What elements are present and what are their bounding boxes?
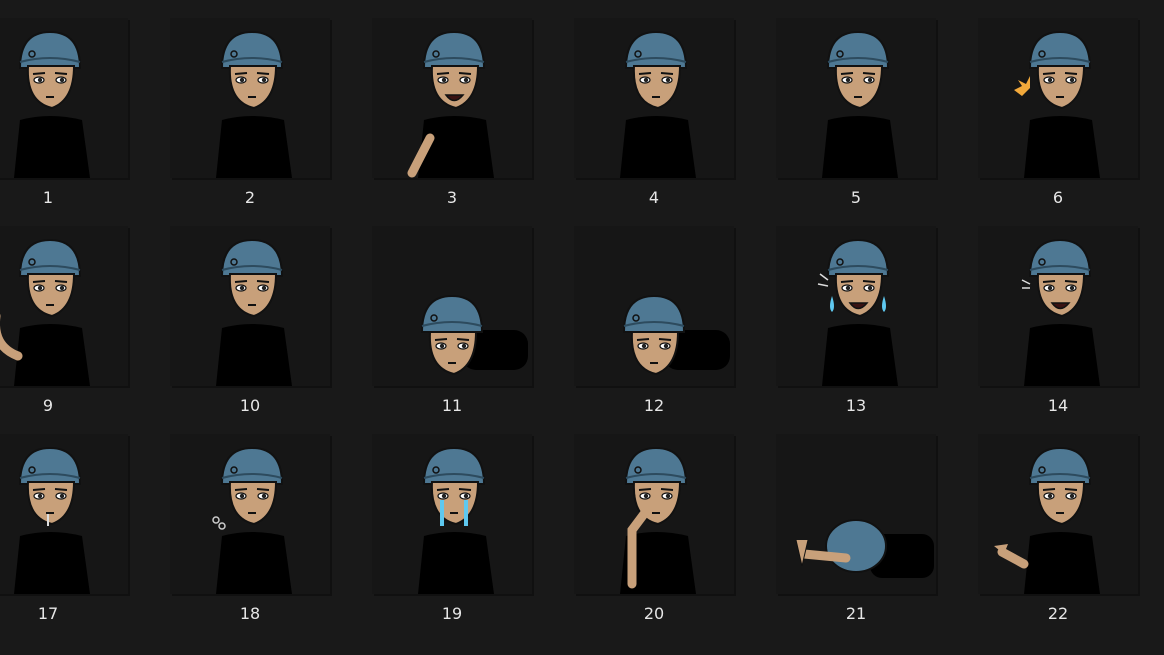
character-illustration bbox=[620, 446, 696, 594]
sticker-label: 9 bbox=[42, 396, 54, 415]
character-illustration bbox=[817, 238, 898, 386]
sticker-label: 5 bbox=[850, 188, 862, 207]
sticker-thumbnail[interactable] bbox=[776, 226, 936, 386]
sticker-tile[interactable]: 3 bbox=[372, 18, 532, 218]
sticker-tile[interactable]: 18 bbox=[170, 434, 330, 634]
sticker-thumbnail[interactable] bbox=[372, 226, 532, 386]
sticker-label: 3 bbox=[446, 188, 458, 207]
sticker-thumbnail[interactable] bbox=[372, 434, 532, 594]
sticker-label: 14 bbox=[1047, 396, 1069, 415]
sticker-thumbnail[interactable] bbox=[170, 226, 330, 386]
sticker-thumbnail[interactable] bbox=[978, 18, 1138, 178]
sticker-label: 19 bbox=[441, 604, 463, 623]
sticker-thumbnail[interactable] bbox=[0, 226, 128, 386]
sticker-label: 6 bbox=[1052, 188, 1064, 207]
sticker-tile[interactable]: 21 bbox=[776, 434, 936, 634]
sticker-label: 4 bbox=[648, 188, 660, 207]
sticker-tile[interactable]: 11 bbox=[372, 226, 532, 426]
sticker-tile[interactable]: 20 bbox=[574, 434, 734, 634]
sticker-tile[interactable]: 5 bbox=[776, 18, 936, 218]
sticker-gallery: 1 2 3 4 5 6 9 10 11 12 13 14 17 18 19 20… bbox=[0, 0, 1164, 655]
character-illustration bbox=[418, 446, 494, 594]
character-illustration bbox=[0, 238, 90, 386]
sticker-tile[interactable]: 6 bbox=[978, 18, 1138, 218]
character-illustration bbox=[216, 238, 292, 386]
sticker-thumbnail[interactable] bbox=[978, 434, 1138, 594]
sticker-label: 20 bbox=[643, 604, 665, 623]
character-illustration bbox=[622, 294, 730, 376]
sticker-tile[interactable]: 19 bbox=[372, 434, 532, 634]
character-illustration bbox=[212, 446, 292, 594]
sticker-label: 21 bbox=[845, 604, 867, 623]
sticker-label: 18 bbox=[239, 604, 261, 623]
sticker-thumbnail[interactable] bbox=[170, 18, 330, 178]
character-illustration bbox=[216, 30, 292, 178]
character-illustration bbox=[994, 446, 1100, 594]
sticker-thumbnail[interactable] bbox=[776, 434, 936, 594]
sticker-tile[interactable]: 2 bbox=[170, 18, 330, 218]
sticker-tile[interactable]: 17 bbox=[0, 434, 128, 634]
character-illustration bbox=[1021, 238, 1100, 386]
sticker-tile[interactable]: 13 bbox=[776, 226, 936, 426]
character-illustration bbox=[620, 30, 696, 178]
sticker-thumbnail[interactable] bbox=[574, 226, 734, 386]
character-illustration bbox=[822, 30, 898, 178]
sticker-thumbnail[interactable] bbox=[372, 18, 532, 178]
sticker-tile[interactable]: 14 bbox=[978, 226, 1138, 426]
sticker-label: 13 bbox=[845, 396, 867, 415]
sticker-thumbnail[interactable] bbox=[574, 434, 734, 594]
character-illustration bbox=[14, 30, 90, 178]
character-illustration bbox=[407, 30, 494, 178]
sticker-tile[interactable]: 1 bbox=[0, 18, 128, 218]
sticker-thumbnail[interactable] bbox=[776, 18, 936, 178]
sticker-label: 11 bbox=[441, 396, 463, 415]
character-illustration bbox=[1014, 30, 1100, 178]
sticker-tile[interactable]: 22 bbox=[978, 434, 1138, 634]
sticker-label: 17 bbox=[37, 604, 59, 623]
sticker-label: 10 bbox=[239, 396, 261, 415]
sticker-tile[interactable]: 9 bbox=[0, 226, 128, 426]
sticker-label: 12 bbox=[643, 396, 665, 415]
sticker-tile[interactable]: 10 bbox=[170, 226, 330, 426]
sticker-tile[interactable]: 4 bbox=[574, 18, 734, 218]
sticker-label: 2 bbox=[244, 188, 256, 207]
sticker-thumbnail[interactable] bbox=[978, 226, 1138, 386]
sticker-thumbnail[interactable] bbox=[574, 18, 734, 178]
character-illustration bbox=[795, 519, 934, 578]
sticker-thumbnail[interactable] bbox=[0, 434, 128, 594]
character-illustration bbox=[420, 294, 528, 376]
sticker-thumbnail[interactable] bbox=[170, 434, 330, 594]
sticker-label: 22 bbox=[1047, 604, 1069, 623]
sticker-label: 1 bbox=[42, 188, 54, 207]
sticker-thumbnail[interactable] bbox=[0, 18, 128, 178]
sticker-tile[interactable]: 12 bbox=[574, 226, 734, 426]
character-illustration bbox=[14, 446, 90, 594]
